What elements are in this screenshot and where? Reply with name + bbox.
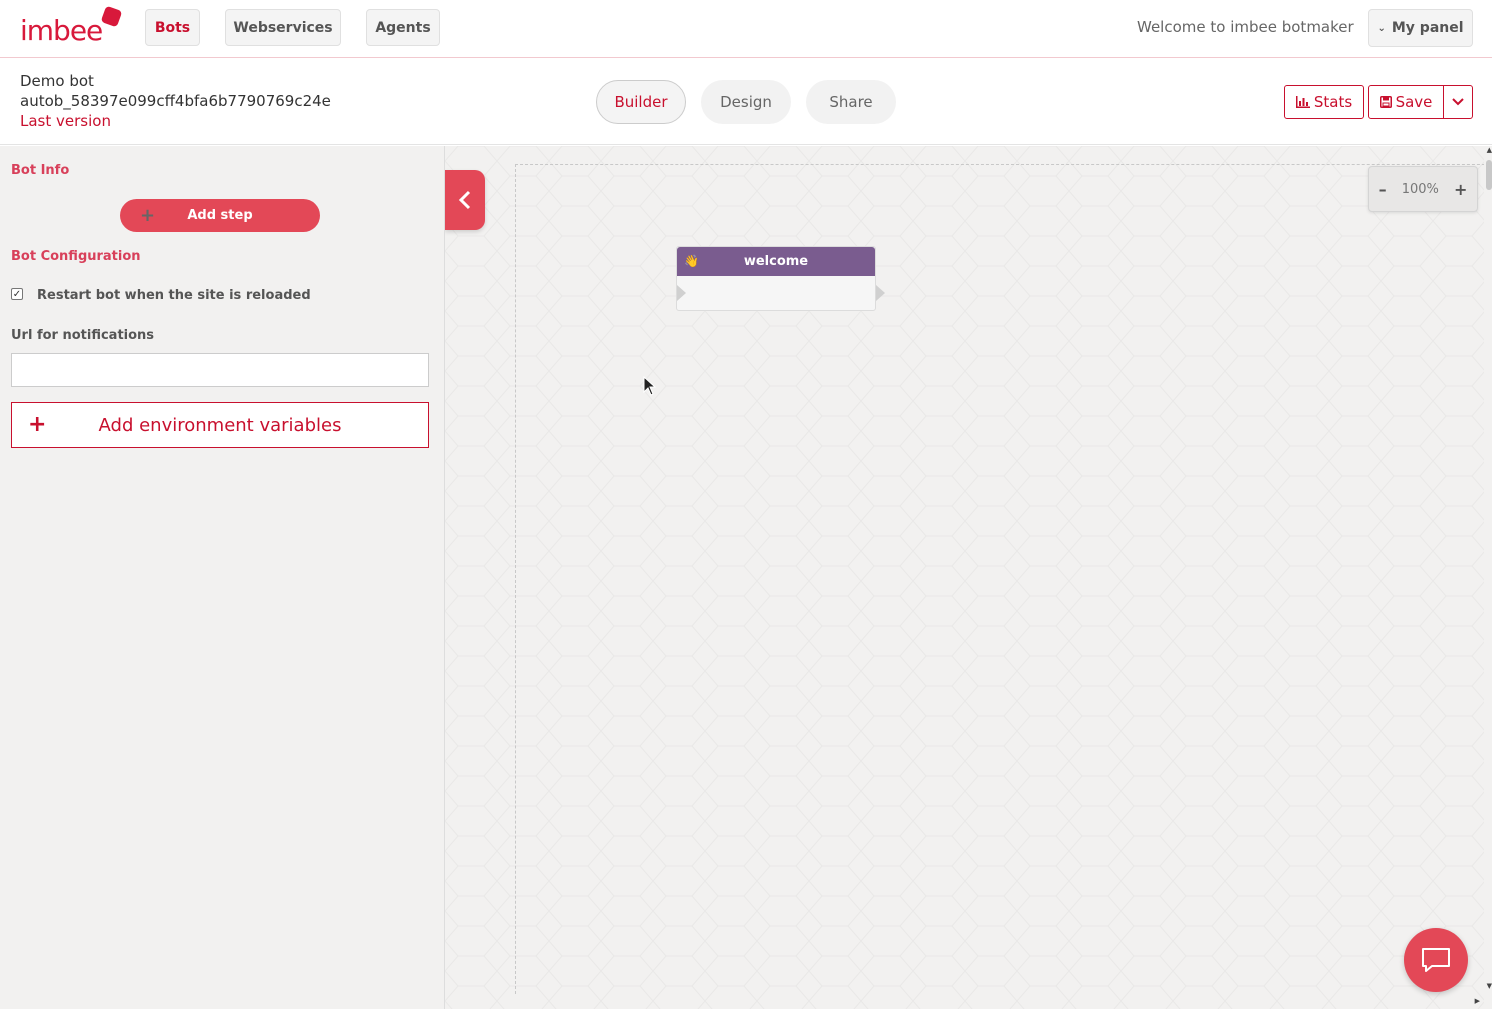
bot-settings-sidebar: Bot Info + Add step Bot Configuration ✓ … bbox=[0, 146, 445, 1009]
tab-share[interactable]: Share bbox=[806, 80, 896, 124]
vertical-scrollbar[interactable] bbox=[1484, 146, 1492, 1009]
nav-agents[interactable]: Agents bbox=[366, 9, 440, 46]
node-input-port[interactable] bbox=[677, 285, 686, 301]
my-panel-label: My panel bbox=[1391, 20, 1464, 36]
mouse-cursor-icon bbox=[643, 376, 657, 396]
stats-label: Stats bbox=[1313, 93, 1353, 111]
add-step-button[interactable]: + Add step bbox=[120, 199, 320, 232]
tab-builder[interactable]: Builder bbox=[596, 80, 686, 124]
stats-button[interactable]: Stats bbox=[1284, 85, 1364, 119]
save-options-dropdown[interactable] bbox=[1443, 85, 1473, 119]
chevron-down-icon bbox=[1452, 98, 1464, 106]
waving-hand-icon: 👋 bbox=[684, 254, 699, 268]
nav-bots[interactable]: Bots bbox=[145, 9, 200, 46]
add-env-label: Add environment variables bbox=[98, 414, 342, 436]
bot-name: Demo bot bbox=[20, 72, 94, 90]
plus-icon: + bbox=[28, 412, 47, 437]
my-panel-button[interactable]: ⌄ My panel bbox=[1368, 9, 1473, 47]
restart-bot-checkbox[interactable]: ✓ bbox=[11, 288, 23, 300]
add-environment-variables-button[interactable]: + Add environment variables bbox=[11, 402, 429, 448]
checkmark-icon: ✓ bbox=[12, 288, 22, 300]
add-step-label: Add step bbox=[187, 208, 253, 223]
save-label: Save bbox=[1395, 93, 1433, 111]
scroll-right-icon[interactable]: ▶ bbox=[1475, 997, 1480, 1005]
scroll-up-icon[interactable]: ▲ bbox=[1487, 146, 1492, 154]
zoom-level: 100% bbox=[1401, 181, 1439, 197]
chevron-left-icon bbox=[458, 190, 471, 210]
logo-mark-icon bbox=[100, 5, 123, 28]
scrollbar-thumb[interactable] bbox=[1486, 160, 1492, 190]
save-button[interactable]: Save bbox=[1368, 85, 1444, 119]
nav-webservices[interactable]: Webservices bbox=[225, 9, 341, 46]
imbee-logo[interactable]: imbee bbox=[20, 5, 123, 50]
flow-node-welcome[interactable]: 👋 welcome bbox=[676, 246, 885, 311]
bot-info-title: Bot Info bbox=[11, 163, 70, 178]
zoom-out-button[interactable]: – bbox=[1375, 180, 1391, 199]
collapse-sidebar-button[interactable] bbox=[445, 170, 485, 230]
node-title: welcome bbox=[743, 254, 809, 269]
plus-icon: + bbox=[140, 205, 156, 226]
bot-id: autob_58397e099cff4bfa6b7790769c24e bbox=[20, 92, 331, 110]
canvas-boundary bbox=[515, 164, 1492, 994]
zoom-in-button[interactable]: + bbox=[1450, 180, 1471, 199]
url-notifications-label: Url for notifications bbox=[11, 328, 155, 343]
chevron-down-icon: ⌄ bbox=[1377, 22, 1386, 34]
floppy-disk-icon bbox=[1379, 96, 1392, 108]
zoom-control: – 100% + bbox=[1368, 166, 1478, 212]
node-output-port[interactable] bbox=[876, 285, 885, 301]
bar-chart-icon bbox=[1295, 96, 1310, 108]
restart-bot-label: Restart bot when the site is reloaded bbox=[37, 288, 311, 303]
welcome-message: Welcome to imbee botmaker bbox=[1137, 18, 1354, 36]
url-notifications-input[interactable] bbox=[11, 353, 429, 387]
bot-configuration-title: Bot Configuration bbox=[11, 249, 141, 264]
bot-version-link[interactable]: Last version bbox=[20, 112, 111, 130]
logo-text: imbee bbox=[20, 14, 103, 47]
chat-bubble-icon bbox=[1422, 948, 1450, 972]
top-navbar: imbee Bots Webservices Agents Welcome to… bbox=[0, 0, 1492, 58]
builder-canvas[interactable]: 👋 welcome – 100% + ▲ ▼ ▶ bbox=[445, 146, 1492, 1009]
chat-widget-button[interactable] bbox=[1404, 928, 1468, 992]
bot-header: Demo bot autob_58397e099cff4bfa6b7790769… bbox=[0, 59, 1492, 145]
node-header: 👋 welcome bbox=[677, 247, 875, 276]
scroll-down-icon[interactable]: ▼ bbox=[1487, 982, 1492, 990]
tab-design[interactable]: Design bbox=[701, 80, 791, 124]
